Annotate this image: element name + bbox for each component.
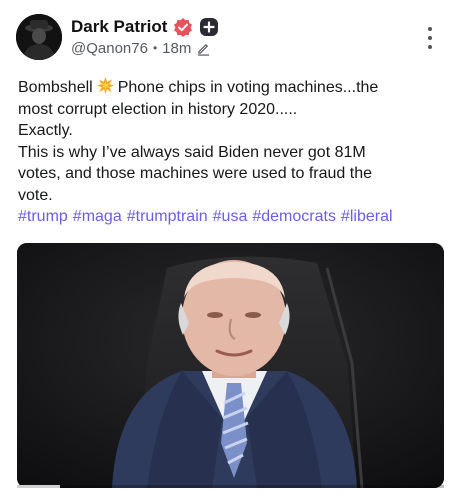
hashtag-list: #trump #maga #trumptrain #usa #democrats #lib… — [18, 206, 448, 228]
post-card: Dark Patriot @Qanon76 • 18m Bombshell Ph… — [0, 0, 461, 500]
post-timestamp[interactable]: 18m — [162, 40, 191, 57]
hashtag-link[interactable]: #democrats — [252, 208, 336, 225]
video-frame — [17, 243, 444, 488]
post-text-line-4: This is why I’ve always said Biden never… — [18, 143, 366, 161]
masked-figure-avatar-icon — [16, 14, 62, 60]
author-handle[interactable]: @Qanon76 — [71, 40, 148, 57]
hashtag-link[interactable]: #trumptrain — [127, 208, 208, 225]
video-progress-fill — [17, 485, 60, 488]
author-avatar[interactable] — [16, 14, 62, 60]
more-vertical-icon-dot — [428, 45, 432, 50]
post-text-fragment: Phone chips in voting machines...the — [117, 79, 379, 96]
hashtag-link[interactable]: #liberal — [341, 208, 393, 225]
more-vertical-icon-dot — [428, 26, 432, 31]
verified-badge-icon — [174, 18, 193, 37]
post-text: Bombshell Phone chips in voting machines… — [18, 76, 448, 228]
plus-badge-icon[interactable] — [199, 17, 219, 37]
more-vertical-icon-dot — [428, 35, 432, 40]
post-text-line-2: most corrupt election in history 2020...… — [18, 100, 298, 118]
meta-separator: • — [152, 41, 158, 55]
hashtag-link[interactable]: #maga — [73, 208, 122, 225]
collision-emoji-icon — [96, 76, 114, 95]
post-text-line-6: vote. — [18, 186, 53, 204]
post-text-fragment: Bombshell — [18, 79, 93, 96]
more-options-button[interactable] — [420, 24, 440, 52]
hashtag-link[interactable]: #trump — [18, 208, 68, 225]
post-text-line-3: Exactly. — [18, 122, 73, 139]
post-text-line-5: votes, and those machines were used to f… — [18, 165, 372, 182]
pencil-icon — [198, 43, 210, 56]
author-display-name[interactable]: Dark Patriot — [71, 17, 167, 37]
post-text-line-1: Bombshell Phone chips in voting machines… — [18, 76, 448, 99]
author-meta-row: @Qanon76 • 18m — [71, 39, 211, 57]
hashtag-link[interactable]: #usa — [213, 208, 248, 225]
video-progress-bar[interactable] — [17, 485, 444, 488]
author-name-row: Dark Patriot — [71, 16, 219, 38]
video-player[interactable] — [17, 243, 444, 488]
